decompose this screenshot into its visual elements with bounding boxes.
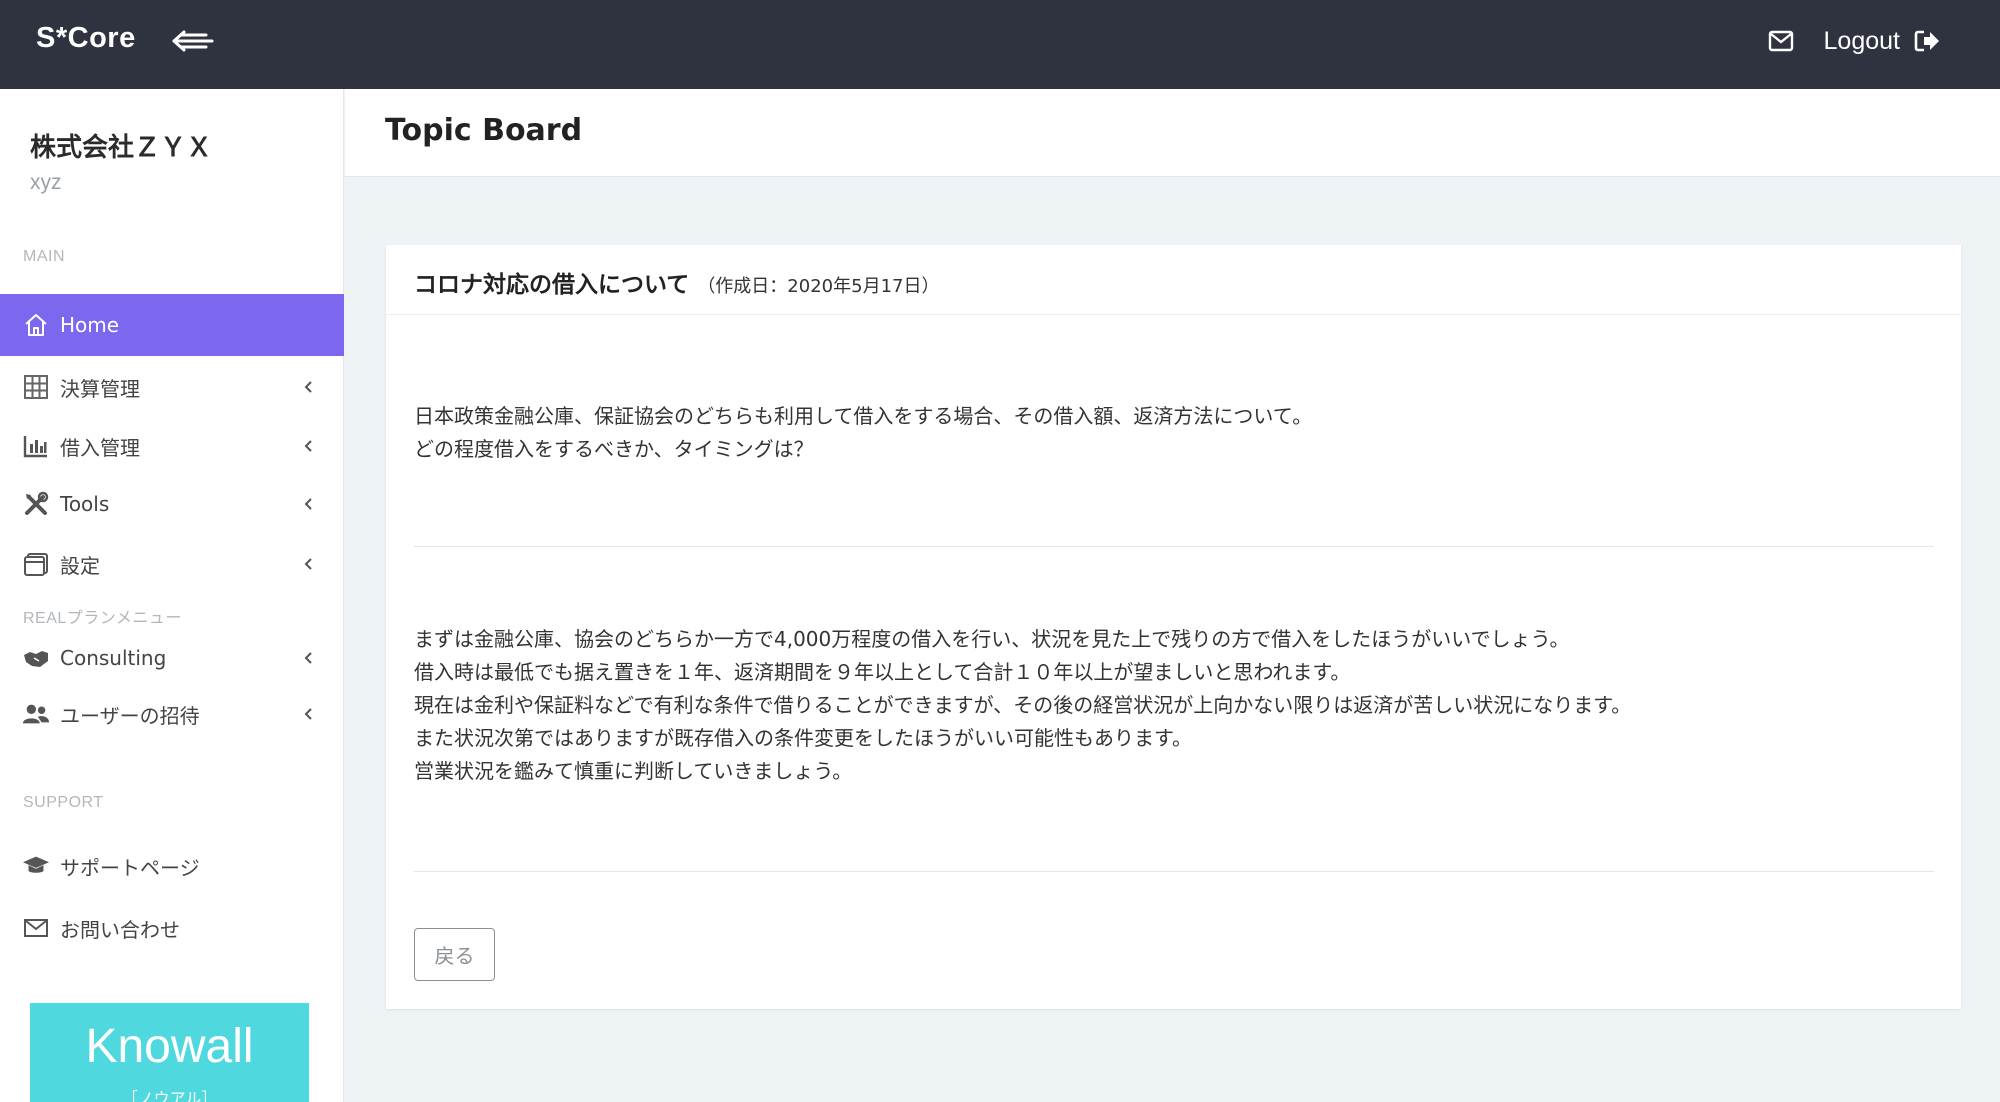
sidebar-item-label: お問い合わせ <box>60 917 180 942</box>
sidebar-item-label: 決算管理 <box>60 376 140 401</box>
topic-card: コロナ対応の借入について （作成日：2020年5月17日） 日本政策金融公庫、保証… <box>386 245 1961 1009</box>
knowall-banner[interactable]: Knowall ［ノウアル］ <box>30 1003 309 1102</box>
home-icon <box>22 311 50 339</box>
logout-link[interactable]: Logout <box>1824 27 1900 56</box>
users-icon <box>22 700 50 728</box>
section-label-main: MAIN <box>23 248 65 265</box>
graduation-cap-icon <box>22 852 50 880</box>
brand-logo[interactable]: S*Core <box>36 22 136 55</box>
answer-line: まずは金融公庫、協会のどちらか一方で4,000万程度の借入を行い、状況を見た上で… <box>414 627 1570 651</box>
banner-title: Knowall <box>85 1020 254 1073</box>
chevron-left-icon <box>304 381 312 393</box>
sidebar-item-borrowing[interactable]: 借入管理 <box>0 415 344 477</box>
bar-chart-icon <box>22 432 50 460</box>
top-navbar: S*Core Logout <box>0 0 2000 89</box>
sidebar-item-contact[interactable]: お問い合わせ <box>0 897 344 959</box>
sidebar-item-settlement[interactable]: 決算管理 <box>0 356 344 418</box>
banner-subtitle: ［ノウアル］ <box>121 1089 218 1102</box>
content-header: Topic Board <box>345 89 2000 177</box>
sign-out-icon[interactable] <box>1914 29 1940 53</box>
settings-window-icon <box>22 550 50 578</box>
answer-line: 営業状況を鑑みて慎重に判断していきましょう。 <box>414 759 853 783</box>
sidebar-item-settings[interactable]: 設定 <box>0 533 344 595</box>
question-block: 日本政策金融公庫、保証協会のどちらも利用して借入をする場合、その借入額、返済方法… <box>414 400 1934 466</box>
sidebar-item-label: サポートページ <box>60 855 200 880</box>
sidebar-item-invite-users[interactable]: ユーザーの招待 <box>0 683 344 745</box>
sidebar-item-label: ユーザーの招待 <box>60 703 200 728</box>
answer-line: 現在は金利や保証料などで有利な条件で借りることができますが、その後の経営状況が上… <box>414 693 1632 717</box>
sidebar-item-label: Consulting <box>60 646 167 670</box>
divider <box>414 871 1934 872</box>
tools-icon <box>22 490 50 518</box>
sidebar-item-tools[interactable]: Tools <box>0 473 344 535</box>
sidebar-item-label: Home <box>60 313 120 337</box>
chevron-left-icon <box>304 558 312 570</box>
sidebar-item-home[interactable]: Home <box>0 294 344 356</box>
menu-toggle-icon[interactable] <box>160 26 216 56</box>
section-label-support: SUPPORT <box>23 794 104 811</box>
question-line: どの程度借入をするべきか、タイミングは？ <box>414 437 814 461</box>
answer-line: 借入時は最低でも据え置きを１年、返済期間を９年以上として合計１０年以上が望ましい… <box>414 660 1351 684</box>
sidebar-item-support-page[interactable]: サポートページ <box>0 835 344 897</box>
sidebar: 株式会社ＺＹＸ xyz MAIN Home 決算管理 借入管理 Tools 設定 <box>0 89 344 1102</box>
section-label-real-plan: REALプランメニュー <box>23 610 182 627</box>
sidebar-item-label: Tools <box>60 492 110 516</box>
sidebar-item-label: 借入管理 <box>60 435 140 460</box>
chevron-left-icon <box>304 652 312 664</box>
handshake-icon <box>22 644 50 672</box>
divider <box>414 546 1934 547</box>
topic-title-text: コロナ対応の借入について <box>414 272 690 298</box>
mail-icon[interactable] <box>1768 30 1794 52</box>
card-header: コロナ対応の借入について （作成日：2020年5月17日） <box>386 245 1961 315</box>
chevron-left-icon <box>304 498 312 510</box>
table-icon <box>22 373 50 401</box>
answer-line: また状況次第ではありますが既存借入の条件変更をしたほうがいい可能性もあります。 <box>414 726 1192 750</box>
chevron-left-icon <box>304 440 312 452</box>
question-line: 日本政策金融公庫、保証協会のどちらも利用して借入をする場合、その借入額、返済方法… <box>414 404 1313 428</box>
company-subtitle: xyz <box>30 171 62 194</box>
sidebar-item-consulting[interactable]: Consulting <box>0 627 344 689</box>
topic-title: コロナ対応の借入について （作成日：2020年5月17日） <box>414 265 939 299</box>
topbar-actions: Logout <box>1768 24 1940 58</box>
topic-date: （作成日：2020年5月17日） <box>697 276 940 297</box>
envelope-icon <box>22 914 50 942</box>
back-button[interactable]: 戻る <box>414 928 495 981</box>
chevron-left-icon <box>304 708 312 720</box>
answer-block: まずは金融公庫、協会のどちらか一方で4,000万程度の借入を行い、状況を見た上で… <box>414 623 1934 788</box>
sidebar-item-label: 設定 <box>60 553 100 578</box>
page-title: Topic Board <box>385 113 583 148</box>
company-name: 株式会社ＺＹＸ <box>30 133 213 163</box>
